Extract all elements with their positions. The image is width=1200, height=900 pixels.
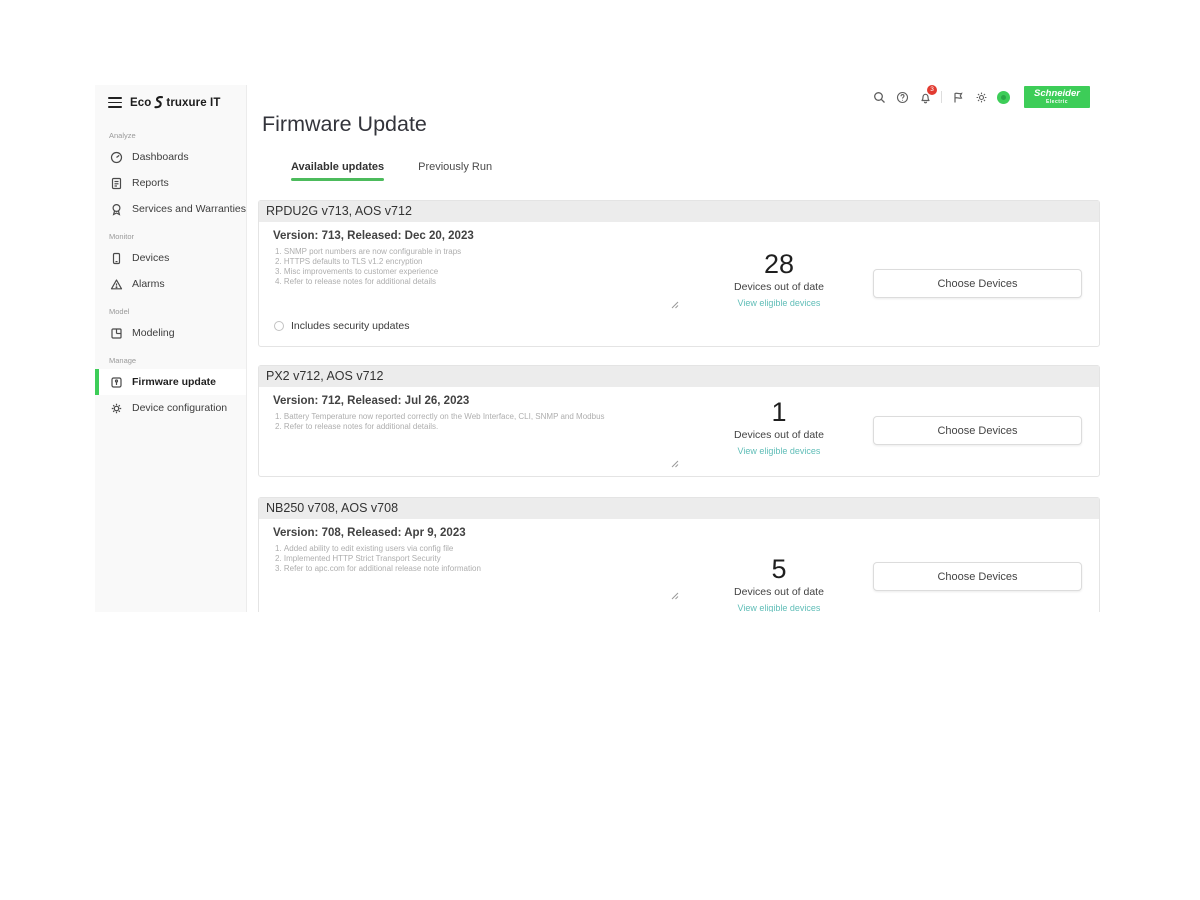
logo-suffix: truxure IT bbox=[166, 97, 220, 109]
release-note: Battery Temperature now reported correct… bbox=[275, 412, 605, 422]
search-icon[interactable] bbox=[872, 90, 886, 104]
devices-out-of-date-count: 28 bbox=[714, 249, 844, 279]
logo-prefix: Eco bbox=[130, 97, 151, 109]
sidebar-item-label: Services and Warranties bbox=[132, 203, 246, 215]
help-icon[interactable] bbox=[895, 90, 909, 104]
page-title: Firmware Update bbox=[262, 112, 427, 137]
sidebar-item-label: Reports bbox=[132, 177, 169, 189]
sidebar-item-firmware-update[interactable]: Firmware update bbox=[95, 369, 246, 395]
warning-triangle-icon bbox=[110, 278, 123, 291]
devices-out-of-date-label: Devices out of date bbox=[714, 429, 844, 441]
sidebar: Eco truxure IT Analyze Dashboards Report… bbox=[95, 85, 247, 612]
gauge-icon bbox=[110, 151, 123, 164]
sidebar-item-reports[interactable]: Reports bbox=[95, 170, 246, 196]
resize-grip-icon[interactable] bbox=[671, 301, 679, 309]
sidebar-item-dashboards[interactable]: Dashboards bbox=[95, 144, 246, 170]
section-label-monitor: Monitor bbox=[109, 232, 246, 241]
device-gear-icon bbox=[110, 402, 123, 415]
sidebar-item-alarms[interactable]: Alarms bbox=[95, 271, 246, 297]
firmware-card-rpdu2g: RPDU2G v713, AOS v712 Version: 713, Rele… bbox=[258, 200, 1100, 347]
choose-devices-button[interactable]: Choose Devices bbox=[873, 562, 1082, 591]
floorplan-icon bbox=[110, 327, 123, 340]
firmware-box-icon bbox=[110, 376, 123, 389]
schneider-electric-logo[interactable]: Schneider Electric bbox=[1024, 86, 1090, 108]
view-eligible-devices-link[interactable]: View eligible devices bbox=[738, 298, 821, 308]
includes-security-updates-radio[interactable]: Includes security updates bbox=[274, 320, 409, 332]
sidebar-item-label: Alarms bbox=[132, 278, 165, 290]
release-note: Implemented HTTP Strict Transport Securi… bbox=[275, 554, 481, 564]
sidebar-item-label: Dashboards bbox=[132, 151, 189, 163]
notifications-bell-icon[interactable]: 3 bbox=[918, 90, 932, 104]
release-note: SNMP port numbers are now configurable i… bbox=[275, 247, 461, 257]
sidebar-logo-row: Eco truxure IT bbox=[108, 95, 220, 110]
active-tab-underline bbox=[291, 178, 384, 181]
version-line: Version: 708, Released: Apr 9, 2023 bbox=[273, 527, 466, 539]
ecostruxure-logo: Eco truxure IT bbox=[130, 95, 220, 110]
sidebar-item-services-warranties[interactable]: Services and Warranties bbox=[95, 196, 246, 222]
devices-out-of-date-label: Devices out of date bbox=[714, 586, 844, 598]
release-note: Refer to release notes for additional de… bbox=[275, 422, 605, 432]
resize-grip-icon[interactable] bbox=[671, 592, 679, 600]
view-eligible-devices-link[interactable]: View eligible devices bbox=[738, 446, 821, 456]
release-notes: Battery Temperature now reported correct… bbox=[275, 412, 605, 432]
tab-available-updates[interactable]: Available updates bbox=[291, 161, 384, 181]
sidebar-item-modeling[interactable]: Modeling bbox=[95, 320, 246, 346]
section-label-analyze: Analyze bbox=[109, 131, 246, 140]
ecostruxure-loop-icon bbox=[152, 95, 165, 110]
release-note: Refer to apc.com for additional release … bbox=[275, 564, 481, 574]
firmware-card-nb250: NB250 v708, AOS v708 Version: 708, Relea… bbox=[258, 497, 1100, 612]
version-line: Version: 713, Released: Dec 20, 2023 bbox=[273, 230, 474, 242]
release-note: Added ability to edit existing users via… bbox=[275, 544, 481, 554]
flag-icon[interactable] bbox=[951, 90, 965, 104]
device-count-column: 1 Devices out of date View eligible devi… bbox=[714, 397, 844, 459]
user-avatar[interactable] bbox=[997, 91, 1010, 104]
sidebar-item-device-configuration[interactable]: Device configuration bbox=[95, 395, 246, 421]
choose-devices-button[interactable]: Choose Devices bbox=[873, 269, 1082, 298]
settings-gear-icon[interactable] bbox=[974, 90, 988, 104]
choose-devices-button[interactable]: Choose Devices bbox=[873, 416, 1082, 445]
devices-out-of-date-label: Devices out of date bbox=[714, 281, 844, 293]
firmware-card-px2: PX2 v712, AOS v712 Version: 712, Release… bbox=[258, 365, 1100, 477]
release-notes: SNMP port numbers are now configurable i… bbox=[275, 247, 461, 287]
sidebar-item-label: Devices bbox=[132, 252, 169, 264]
devices-out-of-date-count: 5 bbox=[714, 554, 844, 584]
brand-line1: Schneider bbox=[1034, 89, 1080, 99]
release-note: Refer to release notes for additional de… bbox=[275, 277, 461, 287]
hamburger-menu-icon[interactable] bbox=[108, 97, 122, 108]
release-note: HTTPS defaults to TLS v1.2 encryption bbox=[275, 257, 461, 267]
view-eligible-devices-link[interactable]: View eligible devices bbox=[738, 603, 821, 612]
security-label: Includes security updates bbox=[291, 320, 409, 332]
brand-line2: Electric bbox=[1046, 99, 1068, 105]
device-count-column: 28 Devices out of date View eligible dev… bbox=[714, 249, 844, 311]
radio-circle-icon bbox=[274, 321, 284, 331]
notification-badge: 3 bbox=[927, 85, 937, 95]
section-label-manage: Manage bbox=[109, 356, 246, 365]
sidebar-nav: Analyze Dashboards Reports Services and … bbox=[95, 121, 246, 421]
sidebar-item-label: Device configuration bbox=[132, 402, 227, 414]
tab-label: Previously Run bbox=[418, 161, 492, 173]
section-label-model: Model bbox=[109, 307, 246, 316]
sidebar-item-label: Firmware update bbox=[132, 376, 216, 388]
tab-label: Available updates bbox=[291, 161, 384, 173]
devices-out-of-date-count: 1 bbox=[714, 397, 844, 427]
version-line: Version: 712, Released: Jul 26, 2023 bbox=[273, 395, 469, 407]
topbar: 3 Schneider Electric bbox=[872, 85, 1090, 109]
topbar-divider bbox=[941, 91, 942, 103]
document-icon bbox=[110, 177, 123, 190]
sidebar-item-devices[interactable]: Devices bbox=[95, 245, 246, 271]
app-window: Eco truxure IT Analyze Dashboards Report… bbox=[95, 85, 1105, 612]
card-title: NB250 v708, AOS v708 bbox=[259, 498, 1099, 519]
tab-previously-run[interactable]: Previously Run bbox=[418, 161, 492, 181]
resize-grip-icon[interactable] bbox=[671, 460, 679, 468]
sidebar-item-label: Modeling bbox=[132, 327, 175, 339]
card-title: RPDU2G v713, AOS v712 bbox=[259, 201, 1099, 222]
device-count-column: 5 Devices out of date View eligible devi… bbox=[714, 554, 844, 612]
release-notes: Added ability to edit existing users via… bbox=[275, 544, 481, 574]
card-title: PX2 v712, AOS v712 bbox=[259, 366, 1099, 387]
device-icon bbox=[110, 252, 123, 265]
release-note: Misc improvements to customer experience bbox=[275, 267, 461, 277]
award-icon bbox=[110, 203, 123, 216]
tab-bar: Available updates Previously Run bbox=[291, 161, 492, 181]
